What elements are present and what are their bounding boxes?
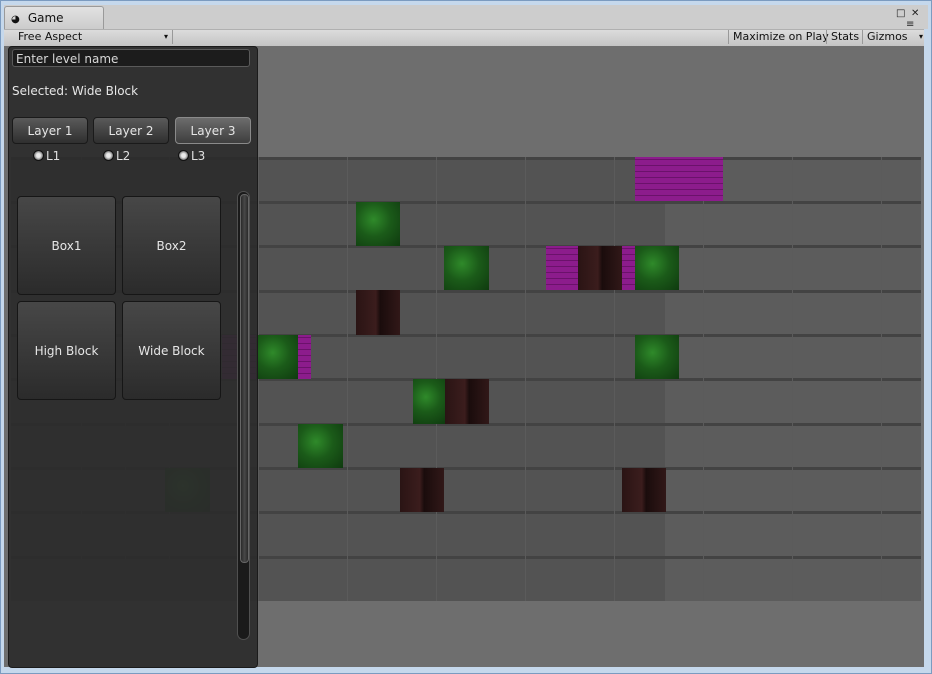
layer-1-radio[interactable]: L1 (33, 150, 60, 162)
level-name-input[interactable]: Enter level name (12, 49, 250, 67)
box2-tile[interactable] (400, 468, 444, 512)
layer-1-radio-label: L1 (46, 149, 61, 163)
aspect-label: Free Aspect (18, 30, 83, 43)
grid-col-line (792, 157, 793, 601)
box1-tile[interactable] (256, 335, 298, 379)
layer-3-radio[interactable]: L3 (178, 150, 205, 162)
radio-icon (103, 150, 114, 161)
radio-icon (33, 150, 44, 161)
close-icon[interactable]: ✕ (911, 8, 919, 19)
layer-3-radio-label: L3 (191, 149, 206, 163)
pacman-icon: ◕ (11, 14, 20, 25)
grid-col-line (703, 157, 704, 601)
wide-block-tile[interactable] (635, 157, 723, 201)
scrollbar-thumb[interactable] (240, 194, 249, 563)
box1-button[interactable]: Box1 (17, 196, 116, 295)
aspect-dropdown[interactable]: Free Aspect ▾ (10, 30, 173, 44)
chevron-down-icon: ▾ (163, 32, 168, 41)
gizmos-dropdown[interactable]: Gizmos ▾ (862, 30, 925, 44)
tab-bar (4, 5, 928, 29)
high-block-button[interactable]: High Block (17, 301, 116, 400)
box1-tile[interactable] (356, 202, 400, 246)
grid-col-line (614, 157, 615, 601)
layer-1-button[interactable]: Layer 1 (12, 117, 88, 144)
grid-col-line (258, 157, 259, 601)
stats-toggle[interactable]: Stats (826, 30, 863, 44)
box2-button[interactable]: Box2 (122, 196, 221, 295)
layer-2-radio[interactable]: L2 (103, 150, 130, 162)
tab-game-label: Game (27, 11, 64, 25)
box2-tile[interactable] (445, 379, 489, 424)
box2-tile[interactable] (578, 246, 622, 290)
radio-icon (178, 150, 189, 161)
layer-2-button[interactable]: Layer 2 (93, 117, 169, 144)
block-list-scrollbar[interactable] (237, 191, 250, 640)
box2-tile[interactable] (356, 290, 400, 335)
grid-col-line (347, 157, 348, 601)
chevron-down-icon: ▾ (918, 32, 923, 41)
box1-tile[interactable] (413, 379, 445, 424)
maximize-on-play-toggle[interactable]: Maximize on Play (728, 30, 833, 44)
layer-2-radio-label: L2 (116, 149, 131, 163)
grid-col-line (525, 157, 526, 601)
box1-tile[interactable] (635, 335, 679, 379)
layer-3-button[interactable]: Layer 3 (175, 117, 251, 144)
box1-tile[interactable] (444, 246, 489, 290)
box1-tile[interactable] (635, 246, 679, 290)
selected-block-label: Selected: Wide Block (12, 84, 139, 98)
gizmos-label: Gizmos (867, 30, 908, 43)
wide-block-button[interactable]: Wide Block (122, 301, 221, 400)
tab-game[interactable]: ◕ Game (4, 6, 104, 30)
box1-tile[interactable] (298, 424, 343, 468)
grid-col-line (881, 157, 882, 601)
box2-tile[interactable] (622, 468, 666, 512)
restore-icon[interactable]: □ (896, 8, 905, 19)
